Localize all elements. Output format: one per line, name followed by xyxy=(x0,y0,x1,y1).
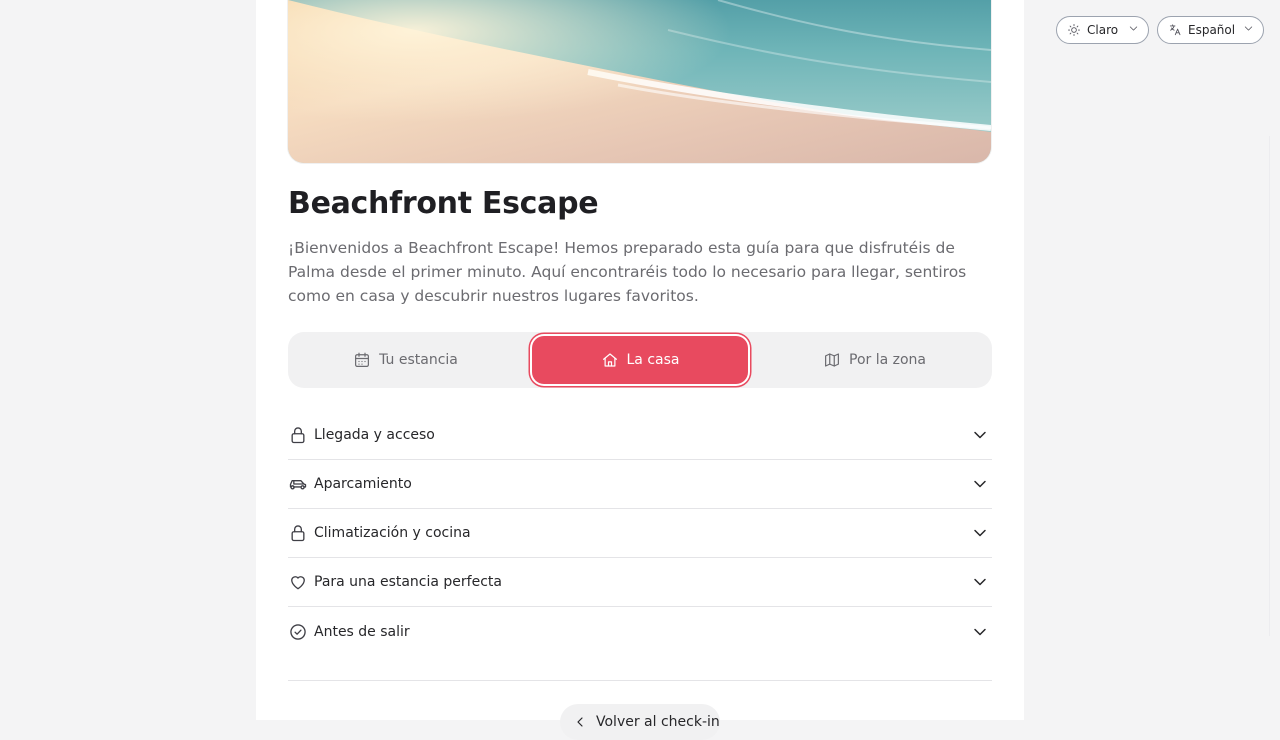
section-antes-de-salir[interactable]: Antes de salir xyxy=(288,607,992,656)
intro-text: ¡Bienvenidos a Beachfront Escape! Hemos … xyxy=(288,239,967,305)
theme-label: Claro xyxy=(1087,23,1119,37)
section-climatizacion-y-cocina[interactable]: Climatización y cocina xyxy=(288,509,992,558)
chevron-down-icon xyxy=(970,572,990,592)
theme-select[interactable]: Claro xyxy=(1056,16,1149,44)
section-para-una-estancia-perfecta[interactable]: Para una estancia perfecta xyxy=(288,558,992,607)
chevron-down-icon xyxy=(970,523,990,543)
section-label: Aparcamiento xyxy=(314,476,412,492)
language-select[interactable]: Español xyxy=(1157,16,1264,44)
sun-icon xyxy=(1068,24,1080,36)
home-icon xyxy=(602,353,617,367)
language-label: Español xyxy=(1188,23,1236,37)
tab-label: Tu estancia xyxy=(379,352,458,368)
back-label: Volver al check-in xyxy=(596,714,720,730)
tab-label: La casa xyxy=(626,352,680,368)
back-to-checkin-button[interactable]: Volver al check-in xyxy=(560,704,720,740)
hero-image xyxy=(288,0,991,163)
translate-icon xyxy=(1169,24,1181,36)
section-llegada-y-acceso[interactable]: Llegada y acceso xyxy=(288,411,992,460)
tab-tu-estancia[interactable]: Tu estancia xyxy=(292,336,519,384)
chevron-left-icon xyxy=(577,717,583,727)
chevron-down-icon xyxy=(970,425,990,445)
section-label: Llegada y acceso xyxy=(314,427,435,443)
section-accordion: Llegada y acceso Aparcamiento Climatizac… xyxy=(288,411,992,656)
chevron-down-icon xyxy=(970,474,990,494)
guide-page: Beachfront Escape ¡Bienvenidos a Beachfr… xyxy=(256,0,1024,740)
calendar-icon xyxy=(355,352,370,367)
tab-bar: Tu estancia La casa Por la zona xyxy=(288,332,992,388)
chevron-down-icon xyxy=(1127,22,1140,38)
check-circle-icon xyxy=(288,622,308,642)
scrollbar-track[interactable] xyxy=(1269,136,1280,636)
tab-por-la-zona[interactable]: Por la zona xyxy=(761,336,988,384)
map-icon xyxy=(825,353,839,367)
section-label: Para una estancia perfecta xyxy=(314,574,502,590)
section-label: Climatización y cocina xyxy=(314,525,471,541)
section-label: Antes de salir xyxy=(314,623,410,640)
lock-icon xyxy=(288,425,308,445)
page-title: Beachfront Escape xyxy=(288,186,599,221)
heart-icon xyxy=(288,572,308,592)
chevron-down-icon xyxy=(1242,22,1255,38)
tab-la-casa[interactable]: La casa xyxy=(532,336,748,384)
chevron-down-icon xyxy=(970,622,990,642)
footer-divider xyxy=(288,680,992,681)
car-icon xyxy=(288,474,308,494)
lock-icon xyxy=(288,523,308,543)
tab-label: Por la zona xyxy=(849,352,926,368)
section-aparcamiento[interactable]: Aparcamiento xyxy=(288,460,992,509)
